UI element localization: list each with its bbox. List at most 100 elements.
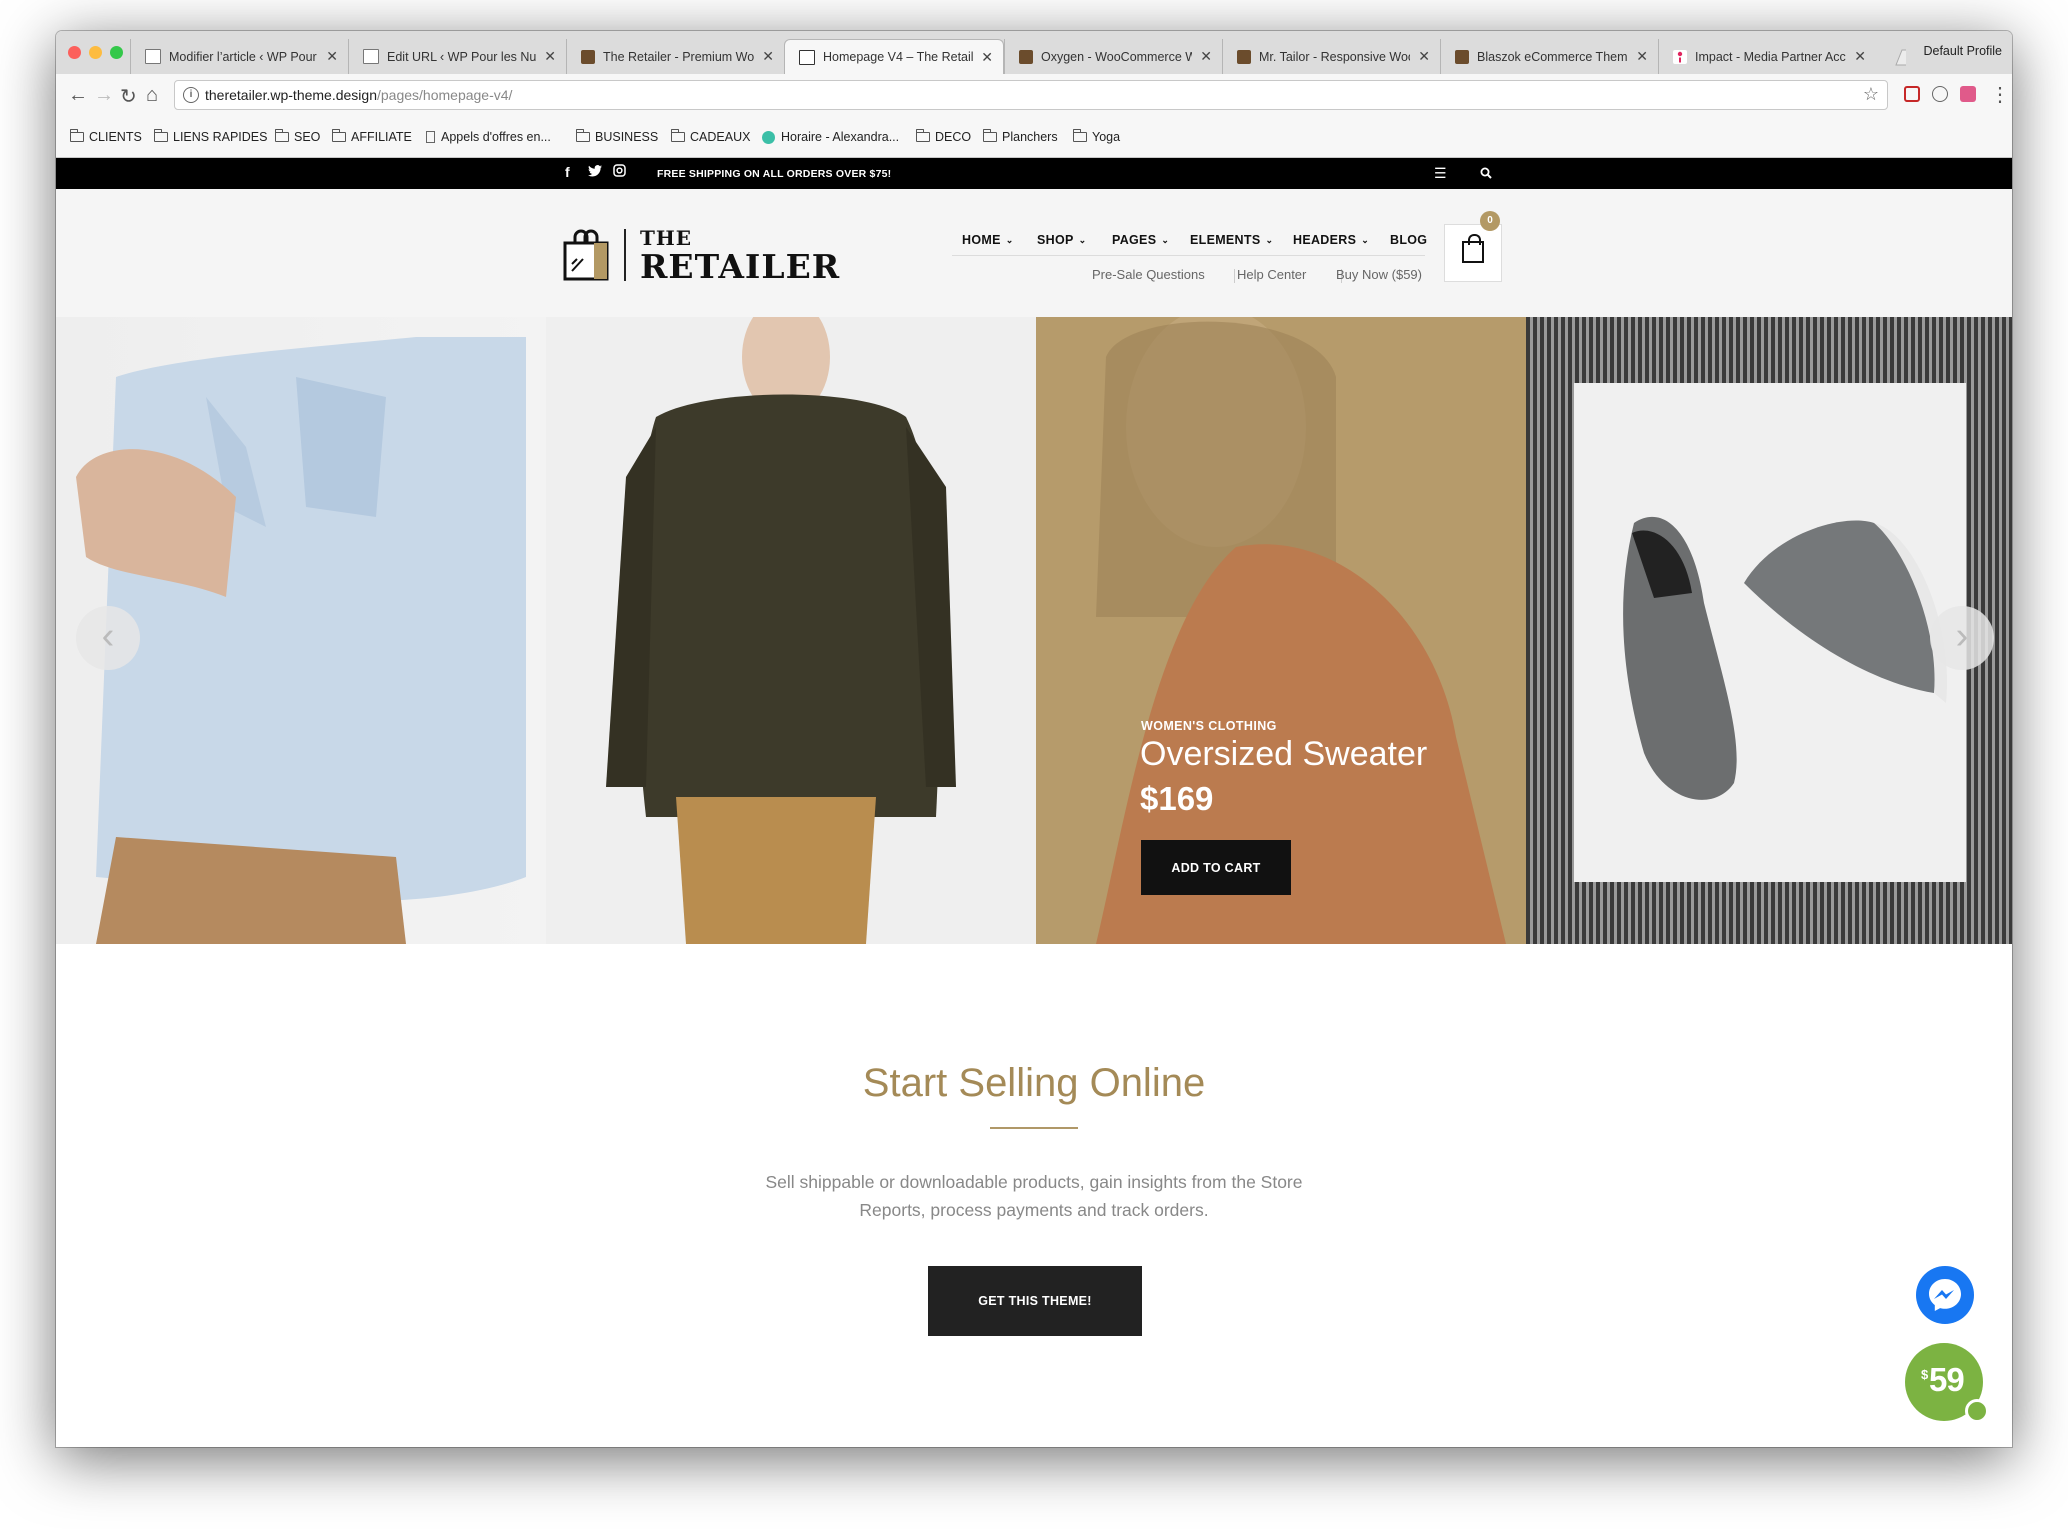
bookmark-item[interactable]: CADEAUX [670,129,750,144]
page-icon [426,131,435,143]
next-slide-button[interactable]: › [1930,606,1994,670]
cart-button[interactable] [1444,224,1502,282]
get-theme-button[interactable]: GET THIS THEME! [928,1266,1142,1336]
bookmark-item[interactable]: BUSINESS [575,129,658,144]
tab-title: Impact - Media Partner Acce [1695,49,1847,64]
search-icon[interactable] [1480,166,1492,182]
bag-icon [799,49,815,65]
nav-item-headers[interactable]: HEADERS ⌄ [1293,233,1369,247]
close-window-button[interactable] [68,46,81,59]
tab-title: Mr. Tailor - Responsive Woo [1259,49,1411,64]
hero-category: WOMEN'S CLOTHING [1141,719,1277,733]
close-tab-icon[interactable]: ✕ [1418,48,1430,65]
shopping-bag-icon [1462,234,1484,263]
browser-tab[interactable]: Mr. Tailor - Responsive Woo ✕ [1222,39,1440,74]
section-title: Start Selling Online [862,1061,1206,1105]
menu-icon[interactable]: ☰ [1434,165,1447,182]
menu-icon[interactable]: ⋮ [1990,82,2010,107]
folder-icon [915,129,930,142]
close-tab-icon[interactable]: ✕ [544,48,556,65]
address-bar[interactable]: i theretailer.wp-theme.design/pages/home… [174,80,1888,110]
folder-icon [274,129,289,142]
bookmark-item[interactable]: Horaire - Alexandra... [762,130,899,144]
bookmark-item[interactable]: SEO [274,129,320,144]
bookmark-item[interactable]: LIENS RAPIDES [153,129,267,144]
widget-price: 59 [1929,1361,1965,1398]
close-tab-icon[interactable]: ✕ [326,48,338,65]
bookmark-item[interactable]: CLIENTS [69,129,142,144]
close-tab-icon[interactable]: ✕ [981,49,993,66]
cart-count-badge: 0 [1480,211,1500,231]
site-header: THE RETAILER HOME ⌄ SHOP ⌄ PAGES ⌄ ELEMENTS… [56,189,2012,317]
browser-tab[interactable]: Oxygen - WooCommerce Wo ✕ [1004,39,1222,74]
tab-title: Blaszok eCommerce Theme [1477,49,1629,64]
tab-bar: Modifier l’article ‹ WP Pour l‹ ✕ Edit U… [56,31,2012,75]
nav-item-shop[interactable]: SHOP ⌄ [1037,233,1086,247]
chevron-down-icon: ⌄ [1161,234,1170,245]
new-tab-button[interactable] [1880,39,1916,74]
page-icon [145,49,161,64]
bookmark-item[interactable]: Planchers [982,129,1058,144]
tab-title: Homepage V4 – The Retailer [823,50,974,64]
info-icon[interactable]: i [183,87,199,103]
hero-price: $169 [1140,780,1214,817]
bookmark-item[interactable]: Appels d'offres en... [426,130,551,144]
profile-name[interactable]: Default Profile [1923,44,2002,58]
previous-slide-button[interactable]: ‹ [76,606,140,670]
home-icon[interactable]: ⌂ [146,84,158,107]
impact-icon [1673,49,1687,64]
add-to-cart-button[interactable]: ADD TO CART [1141,840,1291,895]
extension-icon[interactable] [1960,86,1976,102]
facebook-icon[interactable]: f [565,164,570,180]
web-page: f FREE SHIPPING ON ALL ORDERS OVER $75! … [56,158,2012,1447]
close-tab-icon[interactable]: ✕ [1636,48,1648,65]
globe-icon [762,130,775,144]
section-description: Sell shippable or downloadable products,… [765,1172,1303,1220]
nav-item-elements[interactable]: ELEMENTS ⌄ [1190,233,1273,247]
logo-text-bottom[interactable]: RETAILER [640,247,840,286]
browser-tab[interactable]: Blaszok eCommerce Theme ✕ [1440,39,1658,74]
reload-icon[interactable]: ↻ [120,84,137,109]
browser-tab[interactable]: Impact - Media Partner Acce ✕ [1658,39,1876,74]
bookmark-item[interactable]: AFFILIATE [331,129,412,144]
bag-logo-icon[interactable] [563,229,609,281]
extension-icon[interactable] [1932,86,1948,102]
logo-divider [624,229,626,281]
price-badge-widget[interactable]: $ 59 [1905,1343,1989,1423]
page-icon [363,49,379,64]
leaf-icon [1965,1399,1989,1423]
minimize-window-button[interactable] [89,46,102,59]
bookmark-item[interactable]: DECO [915,129,971,144]
tab-title: Oxygen - WooCommerce Wo [1041,49,1193,64]
section-divider [990,1127,1078,1129]
back-icon[interactable]: ← [68,84,88,107]
bookmark-star-icon[interactable]: ☆ [1863,84,1879,105]
instagram-icon[interactable] [613,164,626,180]
close-tab-icon[interactable]: ✕ [762,48,774,65]
theme-icon [1237,49,1251,64]
browser-tab[interactable]: Edit URL ‹ WP Pour les Nuls ✕ [348,39,566,74]
forward-icon[interactable]: → [94,84,114,107]
extension-icon[interactable] [1904,86,1920,102]
hero-product-name[interactable]: Oversized Sweater [1140,735,1427,774]
subnav-link[interactable]: Help Center [1237,267,1306,282]
nav-item-home[interactable]: HOME ⌄ [962,233,1014,247]
twitter-icon[interactable] [588,164,602,180]
close-tab-icon[interactable]: ✕ [1854,48,1866,65]
bookmark-item[interactable]: Yoga [1072,129,1120,144]
theme-icon [1019,49,1033,64]
zoom-window-button[interactable] [110,46,123,59]
sneaker-card [1574,383,1966,882]
hero-image-olive-sweater[interactable] [546,317,1036,944]
close-tab-icon[interactable]: ✕ [1200,48,1212,65]
browser-tab[interactable]: The Retailer - Premium Woo ✕ [566,39,784,74]
nav-item-blog[interactable]: BLOG [1390,233,1427,247]
browser-tab[interactable]: Modifier l’article ‹ WP Pour l‹ ✕ [130,39,348,74]
subnav-link[interactable]: Buy Now ($59) [1336,267,1422,282]
browser-tab-active[interactable]: Homepage V4 – The Retailer ✕ [784,39,1004,74]
subnav-separator [1234,269,1235,283]
chevron-down-icon: ⌄ [1005,234,1014,245]
nav-item-pages[interactable]: PAGES ⌄ [1112,233,1169,247]
messenger-icon[interactable] [1916,1266,1974,1324]
subnav-link[interactable]: Pre-Sale Questions [1092,267,1205,282]
